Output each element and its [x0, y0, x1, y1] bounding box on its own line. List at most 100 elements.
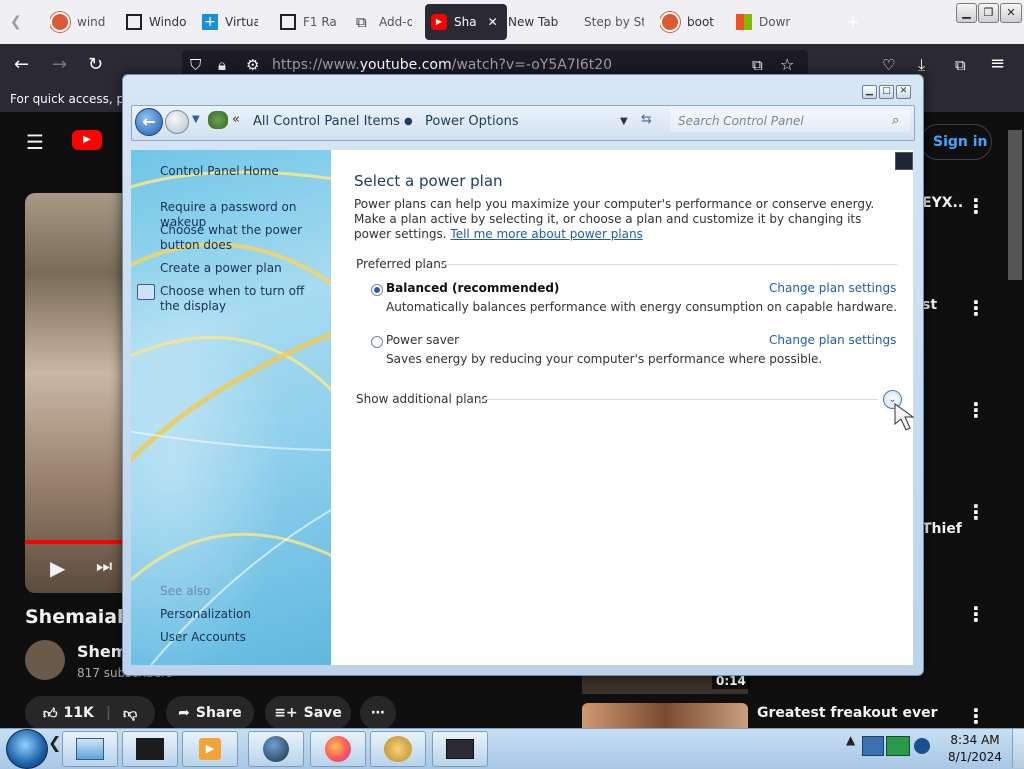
video-progress-bar[interactable] — [25, 540, 125, 544]
downloads-icon[interactable]: ⤓ — [918, 55, 925, 75]
taskbar-app-4[interactable] — [248, 731, 304, 767]
tab-5[interactable]: ⧉ Add-o — [356, 4, 412, 40]
tab-4[interactable]: F1 Ra — [280, 4, 336, 40]
taskbar-scroll-left-icon[interactable]: ❮ — [48, 733, 61, 752]
play-icon[interactable]: ▶ — [50, 556, 65, 580]
restore-button[interactable]: ❐ — [978, 3, 999, 23]
tab-6-active[interactable]: ▶ Sha ✕ — [425, 4, 507, 40]
lock-icon[interactable]: 🔒︎ — [218, 55, 226, 75]
breadcrumb-overflow-icon[interactable]: « — [232, 112, 240, 127]
permissions-icon[interactable]: ⚙ — [246, 55, 259, 75]
more-options-icon[interactable]: ⋮ — [966, 196, 986, 216]
side-video-title-2[interactable]: st — [922, 297, 937, 313]
cp-minimize-button[interactable]: ▁ — [862, 85, 877, 99]
refresh-icon[interactable]: ⇆ — [641, 112, 652, 127]
power-saver-plan-name[interactable]: Power saver — [386, 333, 459, 348]
reload-icon[interactable]: ↻ — [88, 55, 103, 75]
video-player[interactable] — [25, 193, 125, 593]
control-panel-home-link[interactable]: Control Panel Home — [160, 164, 279, 179]
tell-me-more-link[interactable]: Tell me more about power plans — [450, 227, 642, 241]
personalization-link[interactable]: Personalization — [160, 607, 251, 622]
more-options-icon[interactable]: ⋮ — [966, 502, 986, 522]
like-icon[interactable]: 👍︎ — [43, 705, 58, 722]
minimize-button[interactable]: ▁ — [956, 3, 977, 23]
close-tab-icon[interactable]: ✕ — [488, 15, 498, 29]
back-icon[interactable]: ← — [14, 55, 29, 75]
new-tab-plus-icon[interactable]: + — [846, 12, 859, 31]
network-tray-icon[interactable] — [862, 736, 884, 756]
breadcrumb-separator-icon[interactable]: ● — [404, 116, 413, 127]
cp-forward-button[interactable] — [165, 110, 189, 134]
balanced-radio[interactable] — [371, 284, 383, 296]
taskbar-app-2[interactable] — [122, 731, 178, 767]
hamburger-icon[interactable]: ☰ — [26, 130, 44, 154]
side-video-title-3[interactable]: Thief — [922, 521, 962, 537]
address-dropdown-icon[interactable]: ▼ — [620, 116, 628, 127]
bookmark-star-icon[interactable]: ☆ — [780, 55, 794, 75]
tab-2[interactable]: Windo — [126, 4, 186, 40]
recent-pages-chevron-icon[interactable]: ▼ — [192, 114, 200, 125]
create-power-plan-link[interactable]: Create a power plan — [160, 261, 330, 276]
balanced-change-settings-link[interactable]: Change plan settings — [769, 281, 896, 296]
forward-icon[interactable]: → — [52, 55, 67, 75]
side-video-thumbnail[interactable] — [582, 703, 748, 728]
tab-3[interactable]: + Virtua — [202, 4, 258, 40]
power-saver-change-settings-link[interactable]: Change plan settings — [769, 333, 896, 348]
page-scrollbar[interactable] — [1008, 130, 1022, 280]
channel-avatar[interactable] — [25, 640, 65, 680]
shield-icon[interactable]: ⛉ — [190, 55, 201, 75]
more-options-icon[interactable]: ⋮ — [966, 604, 986, 624]
next-video-icon[interactable]: ⏭ — [96, 556, 112, 577]
sign-in-button[interactable]: Sign in — [920, 124, 992, 160]
show-desktop-button[interactable] — [1012, 729, 1024, 768]
breadcrumb-power-options[interactable]: Power Options — [425, 114, 519, 129]
youtube-logo-icon[interactable]: ▶ — [72, 130, 102, 150]
tab-1[interactable]: windo — [50, 4, 106, 40]
share-icon: ➦ — [178, 705, 190, 721]
dislike-icon[interactable]: 👎︎ — [123, 705, 137, 722]
taskbar-app-6[interactable] — [370, 731, 426, 767]
tab-10[interactable]: Dowr — [736, 4, 794, 40]
close-window-button[interactable]: ✕ — [1000, 3, 1022, 23]
pocket-icon[interactable]: ♡ — [882, 55, 895, 75]
share-button[interactable]: ➦ Share — [166, 696, 254, 730]
breadcrumb-all-items[interactable]: All Control Panel Items — [253, 114, 400, 129]
more-options-icon[interactable]: ⋮ — [966, 298, 986, 318]
more-actions-button[interactable]: ⋯ — [360, 696, 396, 730]
balanced-plan-name[interactable]: Balanced (recommended) — [386, 281, 559, 296]
search-icon[interactable]: ⌕ — [892, 113, 899, 128]
tab-9[interactable]: boot — [660, 4, 720, 40]
side-video-title-4[interactable]: Greatest freakout ever — [757, 705, 937, 721]
power-saver-radio[interactable] — [371, 336, 383, 348]
url-text[interactable]: https://www.youtube.com/watch?v=-oY5A7I6… — [272, 57, 612, 73]
show-hidden-icons-icon[interactable]: ▲ — [846, 733, 855, 747]
cp-back-button[interactable]: ← — [135, 108, 163, 136]
show-additional-plans-label[interactable]: Show additional plans — [356, 392, 488, 407]
taskbar-clock[interactable]: 8:34 AM 8/1/2024 — [944, 732, 1006, 766]
side-video-title-1[interactable]: EYX.. — [922, 195, 963, 211]
start-button[interactable] — [6, 729, 48, 769]
user-accounts-link[interactable]: User Accounts — [160, 630, 246, 645]
cp-close-button[interactable]: ✕ — [896, 85, 911, 99]
menu-icon[interactable]: ≡ — [990, 54, 1005, 74]
search-control-panel-input[interactable]: Search Control Panel — [670, 110, 910, 132]
taskbar-firefox[interactable] — [310, 731, 366, 767]
volume-tray-icon[interactable] — [914, 738, 930, 754]
more-options-icon[interactable]: ⋮ — [966, 400, 986, 420]
power-button-link[interactable]: Choose what the power button does — [160, 223, 330, 253]
turn-off-display-link[interactable]: Choose when to turn off the display — [160, 284, 320, 314]
battery-tray-icon[interactable] — [886, 736, 910, 756]
cp-maximize-button[interactable]: □ — [879, 85, 894, 99]
extensions-icon[interactable]: ⧉ — [955, 55, 966, 75]
picture-in-picture-icon[interactable]: ⧉ — [752, 55, 763, 75]
like-dislike-group[interactable]: 👍︎ 11K | 👎︎ — [25, 696, 155, 730]
tab-7[interactable]: New Tab — [508, 4, 568, 40]
taskbar-app-7[interactable] — [432, 731, 488, 767]
taskbar-power-options[interactable] — [62, 731, 118, 767]
tab-scroll-left-icon[interactable]: ❮ — [10, 14, 22, 30]
more-options-icon[interactable]: ⋮ — [966, 706, 986, 726]
help-icon[interactable] — [895, 152, 913, 170]
taskbar-app-3[interactable]: ▶ — [182, 731, 238, 767]
save-button[interactable]: ≡+ Save — [265, 696, 351, 730]
tab-8[interactable]: Step by St — [584, 4, 644, 40]
